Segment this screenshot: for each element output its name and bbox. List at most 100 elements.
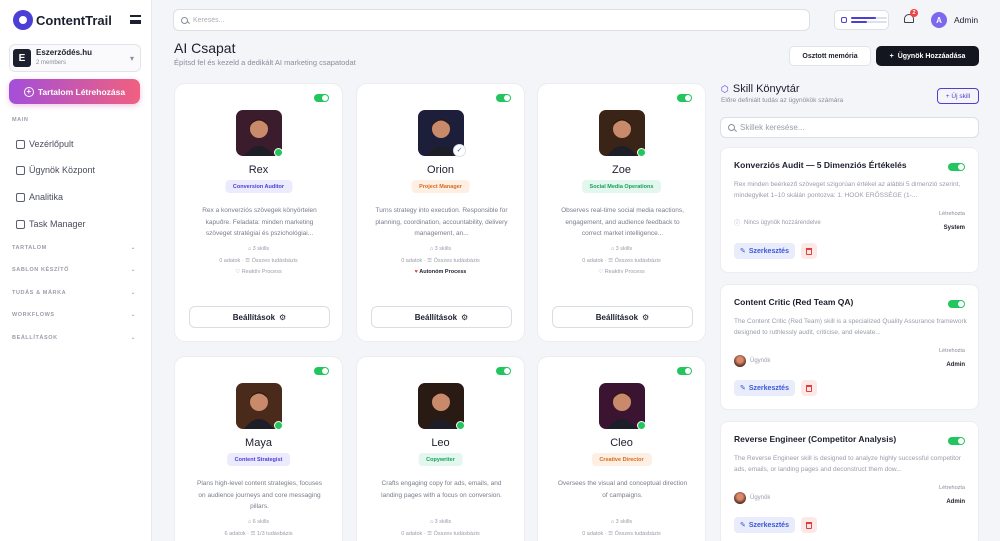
sidebar-group-1[interactable]: SABLON KÉSZÍTŐ ⌄ bbox=[12, 267, 136, 273]
sidebar-group-label: SABLON KÉSZÍTŐ bbox=[12, 267, 69, 273]
user-avatar[interactable]: A bbox=[931, 12, 947, 28]
agent-active-toggle[interactable] bbox=[677, 367, 692, 375]
sidebar-group-3[interactable]: WORKFLOWS ⌄ bbox=[12, 312, 136, 318]
sidebar-group-label: TUDÁS & MÁRKA bbox=[12, 290, 67, 296]
skill-card[interactable]: Content Critic (Red Team QA) The Content … bbox=[720, 284, 979, 410]
online-status-icon bbox=[274, 421, 283, 430]
agent-skill-count: ⌂ 3 skills bbox=[538, 246, 705, 252]
agent-name: Zoe bbox=[612, 164, 631, 176]
skill-description: The Content Critic (Red Team) skill is a… bbox=[734, 318, 967, 336]
agent-card[interactable]: Leo Copywriter Crafts engaging copy for ad… bbox=[356, 356, 525, 541]
skill-library-title-text: Skill Könyvtár bbox=[732, 83, 800, 95]
skill-card[interactable]: Reverse Engineer (Competitor Analysis) Th… bbox=[720, 421, 979, 541]
skill-card[interactable]: Konverziós Audit — 5 Dimenziós Értékelés… bbox=[720, 147, 979, 273]
edit-icon: ✎ bbox=[740, 385, 746, 392]
sidebar-group-2[interactable]: TUDÁS & MÁRKA ⌄ bbox=[12, 290, 136, 296]
trash-icon bbox=[806, 521, 812, 529]
skill-edit-label: Szerkesztés bbox=[748, 247, 789, 255]
checkbox-icon bbox=[16, 219, 25, 229]
workspace-switcher[interactable]: E Eszerződés.hu 2 members ▾ bbox=[9, 44, 141, 72]
agent-name: Orion bbox=[427, 164, 454, 176]
sidebar-group-0[interactable]: TARTALOM ⌄ bbox=[12, 245, 136, 251]
notifications-button[interactable]: 2 bbox=[904, 9, 918, 25]
agent-active-toggle[interactable] bbox=[496, 367, 511, 375]
skill-delete-button[interactable] bbox=[801, 243, 817, 259]
agent-card[interactable]: Cleo Creative Director Oversees the visual… bbox=[537, 356, 706, 541]
edit-icon: ✎ bbox=[740, 522, 746, 529]
sidebar-group-label: TARTALOM bbox=[12, 245, 47, 251]
agent-settings-label: Beállítások bbox=[595, 312, 639, 322]
agent-role-badge: Conversion Auditor bbox=[224, 180, 293, 193]
skill-delete-button[interactable] bbox=[801, 517, 817, 533]
skill-description: Rex minden beérkező szöveget szigorúan é… bbox=[734, 181, 961, 199]
skill-active-toggle[interactable] bbox=[948, 437, 965, 445]
agent-settings-button[interactable]: Beállítások ⚙ bbox=[189, 306, 330, 328]
usage-indicator[interactable] bbox=[834, 10, 889, 30]
agent-active-toggle[interactable] bbox=[314, 367, 329, 375]
agent-stats: 0 adatok · ☰ Összes tudásbázis bbox=[401, 531, 480, 537]
sidebar-group-4[interactable]: BEÁLLÍTÁSOK ⌄ bbox=[12, 335, 136, 341]
new-skill-button[interactable]: + Új skill bbox=[937, 88, 979, 104]
sidebar-item-1[interactable]: Ügynök Központ bbox=[16, 162, 95, 178]
app-root: ContentTrail E Eszerződés.hu 2 members ▾ … bbox=[0, 0, 1000, 541]
skill-edit-button[interactable]: ✎ Szerkesztés bbox=[734, 517, 795, 533]
agent-card[interactable]: Zoe Social Media Operations Observes real-… bbox=[537, 83, 706, 342]
search-icon bbox=[728, 124, 735, 131]
skill-created-by-label: Létrehozta bbox=[939, 348, 965, 354]
add-agent-button[interactable]: + Ügynök Hozzáadása bbox=[876, 46, 979, 66]
agent-skill-count-text: 3 skills bbox=[615, 519, 633, 525]
agent-role-badge: Content Strategist bbox=[226, 453, 291, 466]
skill-active-toggle[interactable] bbox=[948, 163, 965, 171]
agent-name: Cleo bbox=[610, 437, 633, 449]
sidebar-item-3[interactable]: Task Manager bbox=[16, 216, 86, 232]
agent-skill-count-text: 6 skills bbox=[252, 519, 270, 525]
shared-memory-button[interactable]: Osztott memória bbox=[789, 46, 871, 66]
sidebar-item-label: Task Manager bbox=[29, 219, 86, 229]
sidebar-group-label: BEÁLLÍTÁSOK bbox=[12, 335, 58, 341]
agent-card[interactable]: Rex Conversion Auditor Rex a konverziós sz… bbox=[174, 83, 343, 342]
skill-assigned-text: Nincs ügynök hozzárendelve bbox=[744, 219, 821, 226]
user-name[interactable]: Admin bbox=[954, 15, 978, 25]
agent-active-toggle[interactable] bbox=[314, 94, 329, 102]
agent-name: Leo bbox=[431, 437, 450, 449]
menu-icon[interactable] bbox=[130, 15, 141, 24]
skill-assigned-text: Ügynök bbox=[750, 358, 771, 364]
agent-skill-count: ⌂ 3 skills bbox=[538, 519, 705, 525]
logo-text: ContentTrail bbox=[36, 12, 112, 28]
add-agent-label: Ügynök Hozzáadása bbox=[897, 52, 966, 60]
agent-settings-button[interactable]: Beállítások ⚙ bbox=[552, 306, 693, 328]
skill-edit-button[interactable]: ✎ Szerkesztés bbox=[734, 380, 795, 396]
agent-active-toggle[interactable] bbox=[496, 94, 511, 102]
agent-description: Observes real-time social media reaction… bbox=[561, 207, 684, 238]
agent-card[interactable]: Maya Content Strategist Plans high-level c… bbox=[174, 356, 343, 541]
skill-delete-button[interactable] bbox=[801, 380, 817, 396]
logo-icon bbox=[13, 10, 33, 30]
online-status-icon bbox=[456, 421, 465, 430]
usage-bar-fill bbox=[851, 17, 877, 19]
search-input[interactable] bbox=[193, 16, 759, 24]
chevron-down-icon: ⌄ bbox=[130, 267, 136, 273]
skill-active-toggle[interactable] bbox=[948, 300, 965, 308]
skill-search[interactable] bbox=[720, 117, 979, 138]
global-search[interactable] bbox=[173, 9, 810, 31]
create-content-label: Tartalom Létrehozása bbox=[37, 86, 126, 97]
create-content-button[interactable]: + Tartalom Létrehozása bbox=[9, 79, 140, 104]
skill-edit-button[interactable]: ✎ Szerkesztés bbox=[734, 243, 795, 259]
agent-card[interactable]: ✓ Orion Project Manager Turns strategy into… bbox=[356, 83, 525, 342]
agent-settings-button[interactable]: Beállítások ⚙ bbox=[371, 306, 512, 328]
chevron-down-icon: ⌄ bbox=[130, 335, 136, 341]
agent-skill-count-text: 3 skills bbox=[434, 519, 452, 525]
sidebar-item-0[interactable]: Vezérlőpult bbox=[16, 136, 74, 152]
sidebar: ContentTrail E Eszerződés.hu 2 members ▾ … bbox=[0, 0, 152, 541]
chevron-down-icon: ⌄ bbox=[130, 245, 136, 251]
agent-role-badge: Social Media Operations bbox=[581, 180, 662, 193]
agent-active-toggle[interactable] bbox=[677, 94, 692, 102]
skill-search-input[interactable] bbox=[740, 123, 965, 132]
sidebar-item-label: Vezérlőpult bbox=[29, 139, 74, 149]
app-logo[interactable]: ContentTrail bbox=[13, 10, 112, 30]
sidebar-item-2[interactable]: Analitika bbox=[16, 189, 63, 205]
usage-bar-2 bbox=[851, 21, 887, 23]
info-icon: ⓘ bbox=[734, 221, 741, 227]
home-icon bbox=[16, 139, 25, 149]
notification-badge: 2 bbox=[910, 9, 918, 17]
